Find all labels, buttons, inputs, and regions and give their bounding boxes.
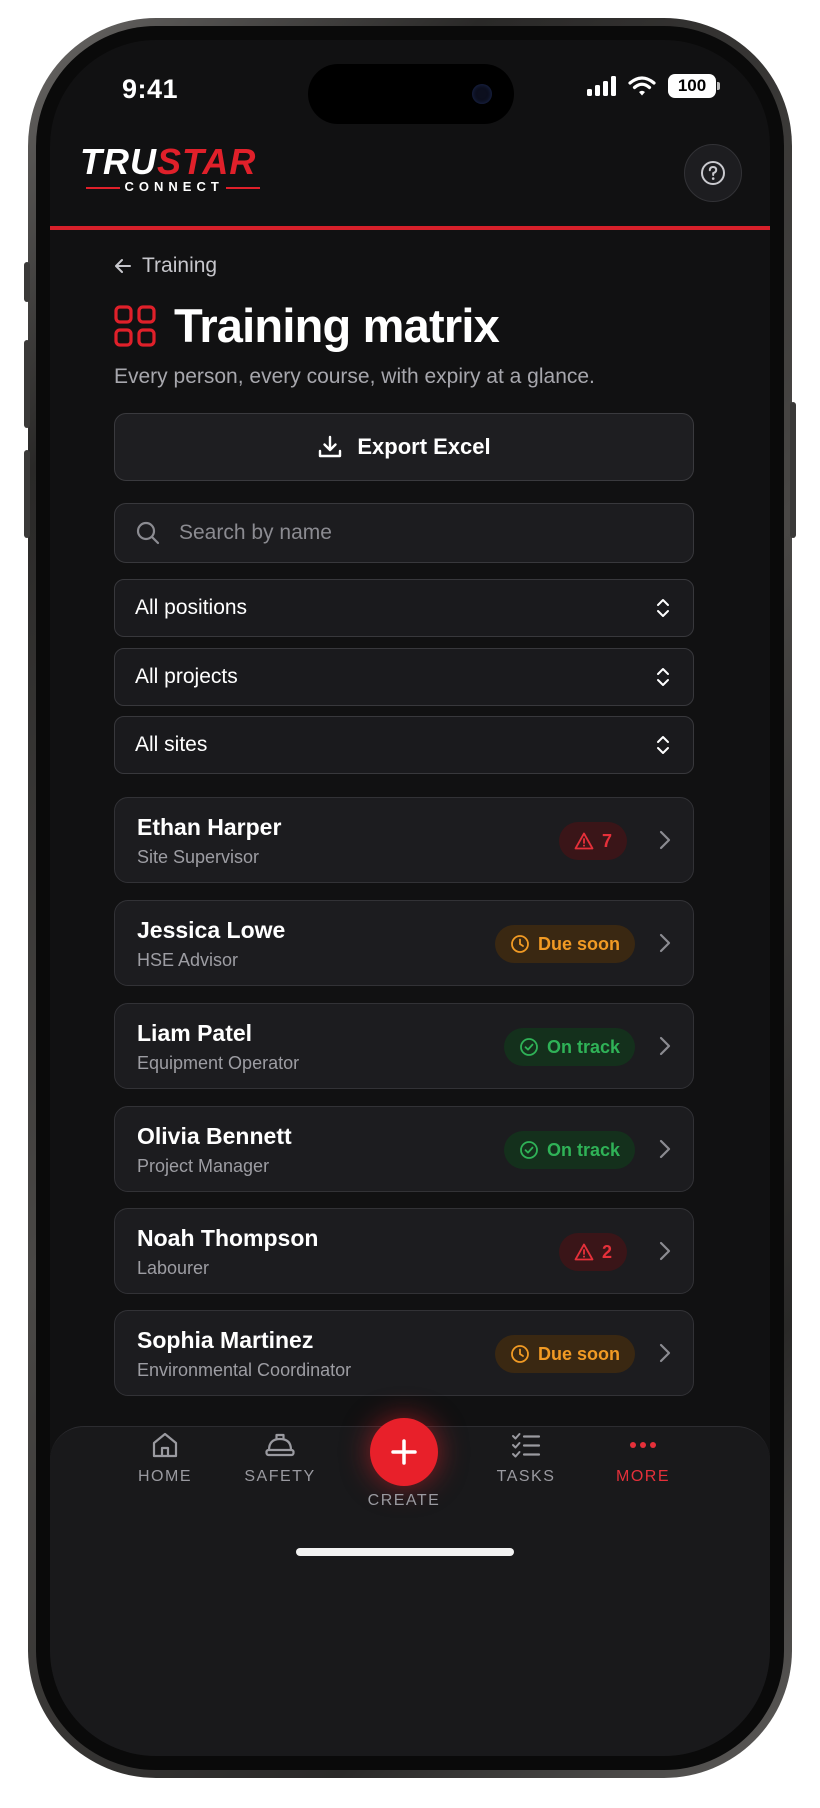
volume-down-button bbox=[24, 450, 30, 538]
tab-safety[interactable]: SAFETY bbox=[230, 1430, 330, 1486]
status-badge: On track bbox=[503, 1131, 635, 1169]
tab-tasks[interactable]: TASKS bbox=[476, 1430, 576, 1486]
camera-icon bbox=[472, 84, 492, 104]
dynamic-island bbox=[308, 64, 514, 124]
projects-select-value: All projects bbox=[135, 665, 238, 688]
tab-more-label: MORE bbox=[616, 1468, 670, 1485]
person-role: Project Manager bbox=[137, 1156, 270, 1176]
positions-select[interactable]: All positions bbox=[114, 579, 694, 637]
chevron-up-down-icon bbox=[657, 736, 669, 754]
chevron-right-icon bbox=[659, 1036, 671, 1056]
battery-icon: 100 bbox=[668, 74, 720, 98]
person-card[interactable]: Sophia Martinez Environmental Coordinato… bbox=[114, 1310, 694, 1396]
back-link[interactable]: Training bbox=[114, 254, 217, 278]
alert-triangle-icon bbox=[574, 1243, 594, 1261]
status-badge-text: On track bbox=[546, 1139, 620, 1160]
more-dots-icon bbox=[630, 1442, 656, 1448]
status-icons: 100 bbox=[587, 74, 720, 98]
person-name: Ethan Harper bbox=[137, 814, 282, 840]
chevron-right-icon bbox=[659, 1241, 671, 1261]
back-link-label: Training bbox=[142, 254, 218, 277]
page-header: Training matrix bbox=[114, 298, 500, 353]
person-name: Noah Thompson bbox=[137, 1225, 319, 1251]
page-subtitle: Every person, every course, with expiry … bbox=[114, 365, 595, 388]
tab-safety-label: SAFETY bbox=[244, 1468, 316, 1485]
status-badge: Due soon bbox=[494, 925, 635, 963]
status-badge: 2 bbox=[558, 1233, 627, 1271]
header-divider bbox=[50, 226, 770, 230]
chevron-up-down-icon bbox=[657, 668, 669, 686]
chevron-right-icon bbox=[659, 1139, 671, 1159]
person-name: Liam Patel bbox=[137, 1020, 253, 1046]
person-role: Labourer bbox=[137, 1258, 210, 1278]
sites-select-value: All sites bbox=[135, 733, 208, 756]
status-badge-text: Due soon bbox=[537, 933, 620, 954]
person-role: Site Supervisor bbox=[137, 847, 260, 867]
chevron-up-down-icon bbox=[657, 599, 669, 617]
arrow-left-icon bbox=[115, 259, 131, 273]
status-badge: Due soon bbox=[494, 1335, 635, 1373]
person-role: HSE Advisor bbox=[137, 950, 239, 970]
alert-triangle-icon bbox=[574, 832, 594, 850]
hard-hat-icon bbox=[265, 1433, 295, 1457]
export-excel-label: Export Excel bbox=[357, 434, 491, 459]
person-card[interactable]: Liam Patel Equipment Operator On track bbox=[114, 1003, 694, 1089]
chevron-right-icon bbox=[659, 830, 671, 850]
search-field[interactable] bbox=[114, 503, 694, 563]
chevron-right-icon bbox=[659, 933, 671, 953]
grid-icon bbox=[114, 304, 156, 347]
person-name: Sophia Martinez bbox=[137, 1327, 314, 1353]
clock-icon bbox=[511, 935, 529, 953]
person-card[interactable]: Noah Thompson Labourer 2 bbox=[114, 1208, 694, 1294]
person-card[interactable]: Olivia Bennett Project Manager On track bbox=[114, 1106, 694, 1192]
home-icon bbox=[152, 1432, 178, 1458]
person-card[interactable]: Jessica Lowe HSE Advisor Due soon bbox=[114, 900, 694, 986]
status-badge-text: 2 bbox=[601, 1241, 612, 1262]
person-name: Jessica Lowe bbox=[137, 917, 286, 943]
cellular-signal-icon bbox=[587, 76, 616, 96]
volume-up-button bbox=[24, 340, 30, 428]
check-circle-icon bbox=[520, 1038, 538, 1056]
status-badge-text: 7 bbox=[601, 830, 612, 851]
status-time: 9:41 bbox=[122, 74, 179, 104]
tab-home-label: HOME bbox=[138, 1468, 192, 1485]
person-role: Environmental Coordinator bbox=[137, 1360, 352, 1380]
help-button[interactable] bbox=[684, 144, 742, 202]
action-button bbox=[24, 262, 30, 302]
person-role: Equipment Operator bbox=[137, 1053, 300, 1073]
download-icon bbox=[319, 435, 342, 458]
search-icon bbox=[136, 521, 160, 545]
person-name: Olivia Bennett bbox=[137, 1123, 292, 1149]
projects-select[interactable]: All projects bbox=[114, 648, 694, 706]
home-indicator bbox=[296, 1548, 514, 1556]
tab-tasks-label: TASKS bbox=[496, 1468, 556, 1485]
positions-select-value: All positions bbox=[135, 596, 248, 619]
create-button[interactable] bbox=[370, 1418, 438, 1486]
status-badge: 7 bbox=[558, 822, 627, 860]
chevron-right-icon bbox=[659, 1343, 671, 1363]
tab-more[interactable]: MORE bbox=[593, 1430, 693, 1486]
status-badge: On track bbox=[503, 1028, 635, 1066]
check-circle-icon bbox=[520, 1141, 538, 1159]
wifi-icon bbox=[628, 76, 656, 96]
create-label: CREATE bbox=[367, 1492, 441, 1509]
search-input[interactable] bbox=[179, 521, 639, 545]
status-badge-text: On track bbox=[546, 1036, 620, 1057]
help-circle-icon bbox=[701, 161, 725, 185]
trustar-logo: TRUSTAR CONNECT bbox=[80, 141, 261, 194]
status-badge-text: Due soon bbox=[537, 1343, 620, 1364]
export-excel-button[interactable]: Export Excel bbox=[114, 413, 694, 481]
person-card[interactable]: Ethan Harper Site Supervisor 7 bbox=[114, 797, 694, 883]
tab-home[interactable]: HOME bbox=[115, 1430, 215, 1486]
clock-icon bbox=[511, 1345, 529, 1363]
plus-icon bbox=[391, 1439, 417, 1465]
checklist-icon bbox=[512, 1433, 541, 1458]
app-screen: 9:41 100 TRUSTAR CONNECT Training Traini… bbox=[50, 40, 770, 1756]
power-button bbox=[790, 402, 796, 538]
sites-select[interactable]: All sites bbox=[114, 716, 694, 774]
page-title: Training matrix bbox=[174, 299, 500, 352]
